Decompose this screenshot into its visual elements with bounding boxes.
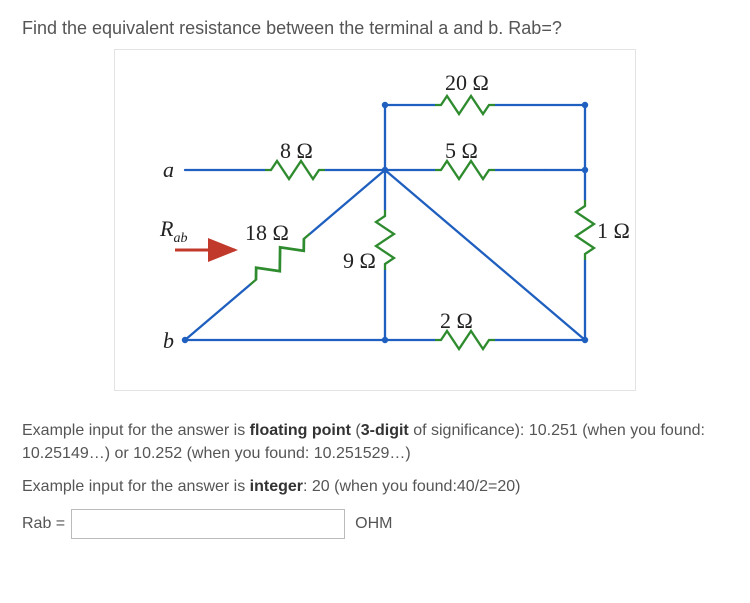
r-2-label: 2 Ω <box>440 308 473 333</box>
question-text: Find the equivalent resistance between t… <box>22 18 728 39</box>
r-1-label: 1 Ω <box>597 218 630 243</box>
answer-unit: OHM <box>355 515 392 533</box>
hint-float: Example input for the answer is floating… <box>22 419 728 465</box>
terminal-b-label: b <box>163 328 174 353</box>
r-5-label: 5 Ω <box>445 138 478 163</box>
hints-block: Example input for the answer is floating… <box>22 419 728 499</box>
r-20-label: 20 Ω <box>445 70 489 95</box>
rab-label: Rab <box>159 216 187 246</box>
terminal-a-label: a <box>163 157 174 182</box>
r-18-label: 18 Ω <box>245 220 289 245</box>
hint-int: Example input for the answer is integer:… <box>22 475 728 498</box>
answer-label: Rab = <box>22 515 65 533</box>
r-8-label: 8 Ω <box>280 138 313 163</box>
circuit-figure: a b Rab 20 Ω 8 Ω 5 Ω 18 Ω 9 Ω 2 Ω 1 Ω <box>114 49 636 391</box>
r-9-label: 9 Ω <box>343 248 376 273</box>
answer-input[interactable] <box>71 509 345 539</box>
